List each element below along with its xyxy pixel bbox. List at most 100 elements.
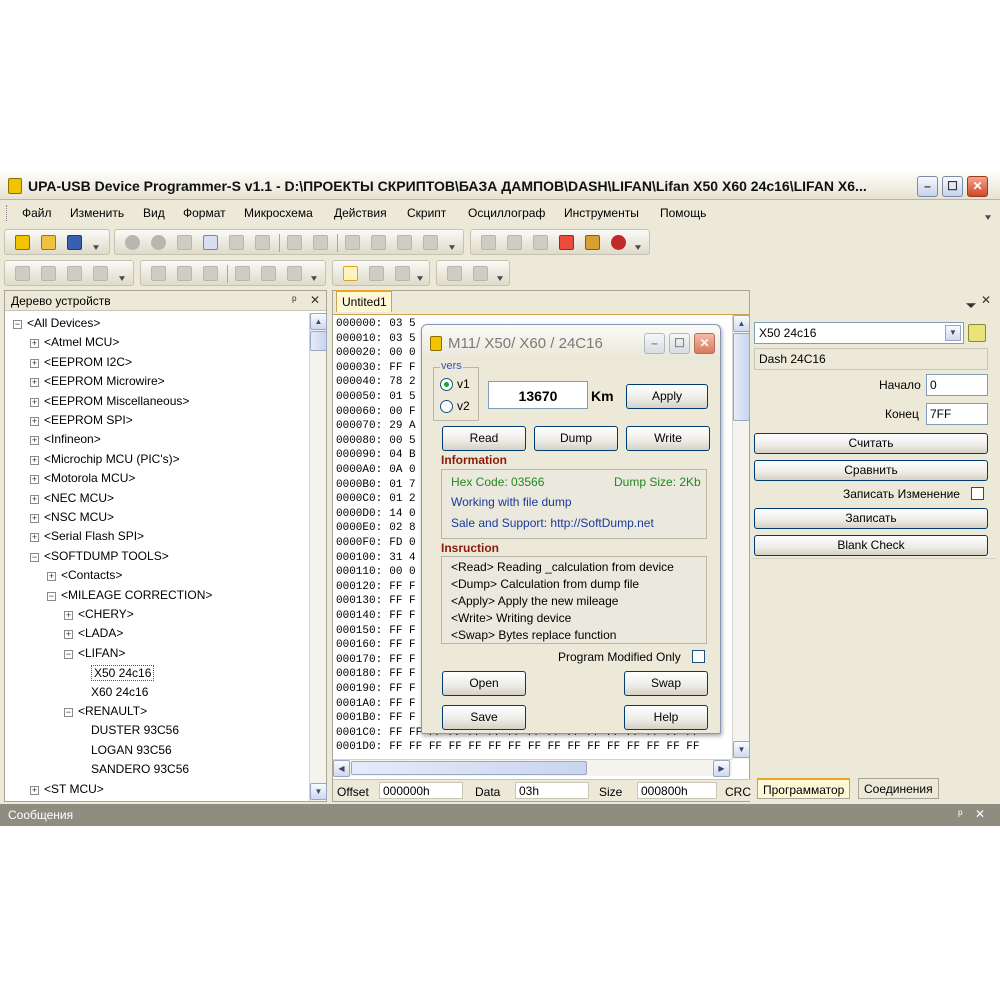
hex-row[interactable]: 0001B0: FF F — [336, 713, 416, 724]
hex-row[interactable]: 0000C0: 01 2 — [336, 494, 416, 505]
read-chip-icon[interactable] — [507, 235, 522, 250]
hex-row[interactable]: 000150: FF F — [336, 625, 416, 637]
erase-icon[interactable] — [559, 235, 574, 250]
menu-tools[interactable]: Инструменты — [564, 206, 639, 220]
minimize-button[interactable]: – — [917, 176, 938, 197]
checksum-icon[interactable] — [533, 235, 548, 250]
open-button[interactable]: Open — [442, 671, 526, 696]
hex-row[interactable]: 000040: 78 2 — [336, 377, 416, 388]
scroll-left-icon[interactable]: ◀ — [333, 760, 350, 777]
scroll-thumb[interactable] — [310, 331, 327, 351]
collapse-icon[interactable]: − — [64, 649, 73, 659]
underline-icon[interactable] — [203, 266, 218, 281]
redo-icon[interactable] — [151, 235, 166, 250]
open-device-icon[interactable] — [968, 324, 986, 342]
scroll-thumb[interactable] — [733, 333, 750, 421]
scroll-down-icon[interactable]: ▼ — [310, 783, 327, 800]
maximize-button[interactable]: ☐ — [942, 176, 963, 197]
tab-untitled1[interactable]: Untited1 — [336, 290, 392, 312]
apply-button[interactable]: Apply — [626, 384, 708, 409]
italic-icon[interactable] — [177, 266, 192, 281]
collapse-icon[interactable]: − — [30, 552, 39, 562]
hex-row[interactable]: 0000B0: 01 7 — [336, 479, 416, 491]
script-icon[interactable] — [585, 235, 600, 250]
pointer-icon[interactable] — [343, 266, 358, 281]
expand-icon[interactable]: + — [30, 475, 39, 485]
hex-row[interactable]: 000180: FF F — [336, 669, 416, 680]
menu-actions[interactable]: Действия — [334, 206, 387, 220]
hex-row[interactable]: 000030: FF F — [336, 362, 416, 374]
pin-icon[interactable]: ᵖ — [958, 807, 963, 821]
align-center-icon[interactable] — [261, 266, 276, 281]
scroll-thumb[interactable] — [351, 761, 587, 775]
tab-programmer[interactable]: Программатор — [757, 778, 851, 799]
toolbar-dropdown-icon[interactable] — [449, 245, 455, 250]
toolbar-dropdown-icon[interactable] — [417, 276, 423, 281]
hex-row[interactable]: 000020: 00 0 — [336, 348, 416, 359]
close-panel-icon[interactable]: ✕ — [975, 807, 985, 821]
read-chip-button[interactable]: Считать — [754, 433, 988, 454]
hex-row[interactable]: 0000A0: 0A 0 — [336, 465, 416, 476]
menu-view[interactable]: Вид — [143, 206, 165, 220]
mileage-input[interactable]: 13670 — [488, 381, 588, 409]
dialog-close-button[interactable]: ✕ — [694, 333, 715, 354]
scroll-up-icon[interactable]: ▲ — [310, 313, 327, 330]
expand-icon[interactable]: + — [30, 417, 39, 426]
expand-icon[interactable]: + — [30, 514, 39, 523]
start-address-input[interactable]: 0 — [926, 374, 988, 396]
bug-icon[interactable] — [611, 235, 626, 250]
new-icon[interactable] — [15, 235, 30, 250]
toolbar-dropdown-icon[interactable] — [497, 276, 503, 281]
goto-icon[interactable] — [345, 235, 360, 250]
hex-row[interactable]: 000010: 03 5 — [336, 333, 416, 345]
device-select[interactable]: X50 24c16 ▼ — [754, 322, 964, 344]
swap-button[interactable]: Swap — [624, 671, 708, 696]
program-modified-checkbox[interactable] — [692, 650, 705, 663]
expand-icon[interactable]: + — [30, 436, 39, 446]
expand-icon[interactable]: + — [30, 358, 39, 368]
hex-row[interactable]: 000190: FF F — [336, 684, 416, 695]
write-dialog-button[interactable]: Write — [626, 426, 710, 451]
play-icon[interactable] — [447, 266, 462, 281]
chevron-down-icon[interactable]: ▼ — [945, 325, 961, 341]
panel-menu-icon[interactable] — [966, 303, 976, 308]
hex-hscroll[interactable]: ◀ ▶ — [333, 759, 732, 777]
stop-icon[interactable] — [473, 266, 488, 281]
collapse-icon[interactable]: − — [13, 320, 22, 329]
zoom-select-icon[interactable] — [369, 266, 384, 281]
chip-icon[interactable] — [481, 235, 496, 250]
scroll-down-icon[interactable]: ▼ — [733, 741, 750, 758]
v2-radio[interactable] — [440, 400, 453, 413]
expand-icon[interactable]: + — [47, 572, 56, 582]
align-right-icon[interactable] — [287, 266, 302, 281]
hex-row[interactable]: 000120: FF F — [336, 581, 416, 593]
move-icon[interactable] — [93, 266, 108, 281]
align-icon[interactable] — [15, 266, 30, 281]
hex-row[interactable]: 000170: FF F — [336, 654, 416, 666]
hex-row[interactable]: 000160: FF F — [336, 640, 416, 651]
range-icon[interactable] — [395, 266, 410, 281]
hex-row[interactable]: 0000D0: 14 0 — [336, 508, 416, 520]
scroll-right-icon[interactable]: ▶ — [713, 760, 730, 777]
menu-file[interactable]: Файл — [22, 206, 52, 220]
tab-connections[interactable]: Соединения — [858, 778, 939, 799]
menu-help[interactable]: Помощь — [660, 206, 706, 220]
fill-icon[interactable] — [371, 235, 386, 250]
hex-row[interactable]: 0001D0: FF FF FF FF FF FF FF FF FF FF FF … — [336, 742, 699, 753]
hex-row[interactable]: 000130: FF F — [336, 596, 416, 607]
write-changes-checkbox[interactable] — [971, 487, 984, 500]
expand-icon[interactable]: + — [64, 630, 73, 640]
toolbar-dropdown-icon[interactable] — [119, 276, 125, 281]
help-button[interactable]: Help — [624, 705, 708, 730]
expand-icon[interactable]: + — [30, 378, 39, 388]
expand-icon[interactable]: + — [30, 494, 39, 504]
expand-icon[interactable]: + — [64, 611, 73, 620]
delete-icon[interactable] — [255, 235, 270, 250]
hex-row[interactable]: 000100: 31 4 — [336, 552, 416, 564]
menu-format[interactable]: Формат — [183, 206, 226, 220]
dialog-maximize-button[interactable]: ☐ — [669, 333, 690, 354]
expand-icon[interactable]: + — [30, 533, 39, 543]
cut-icon[interactable] — [177, 235, 192, 250]
hex-row[interactable]: 0001A0: FF F — [336, 698, 416, 710]
hex-row[interactable]: 000090: 04 B — [336, 450, 416, 461]
